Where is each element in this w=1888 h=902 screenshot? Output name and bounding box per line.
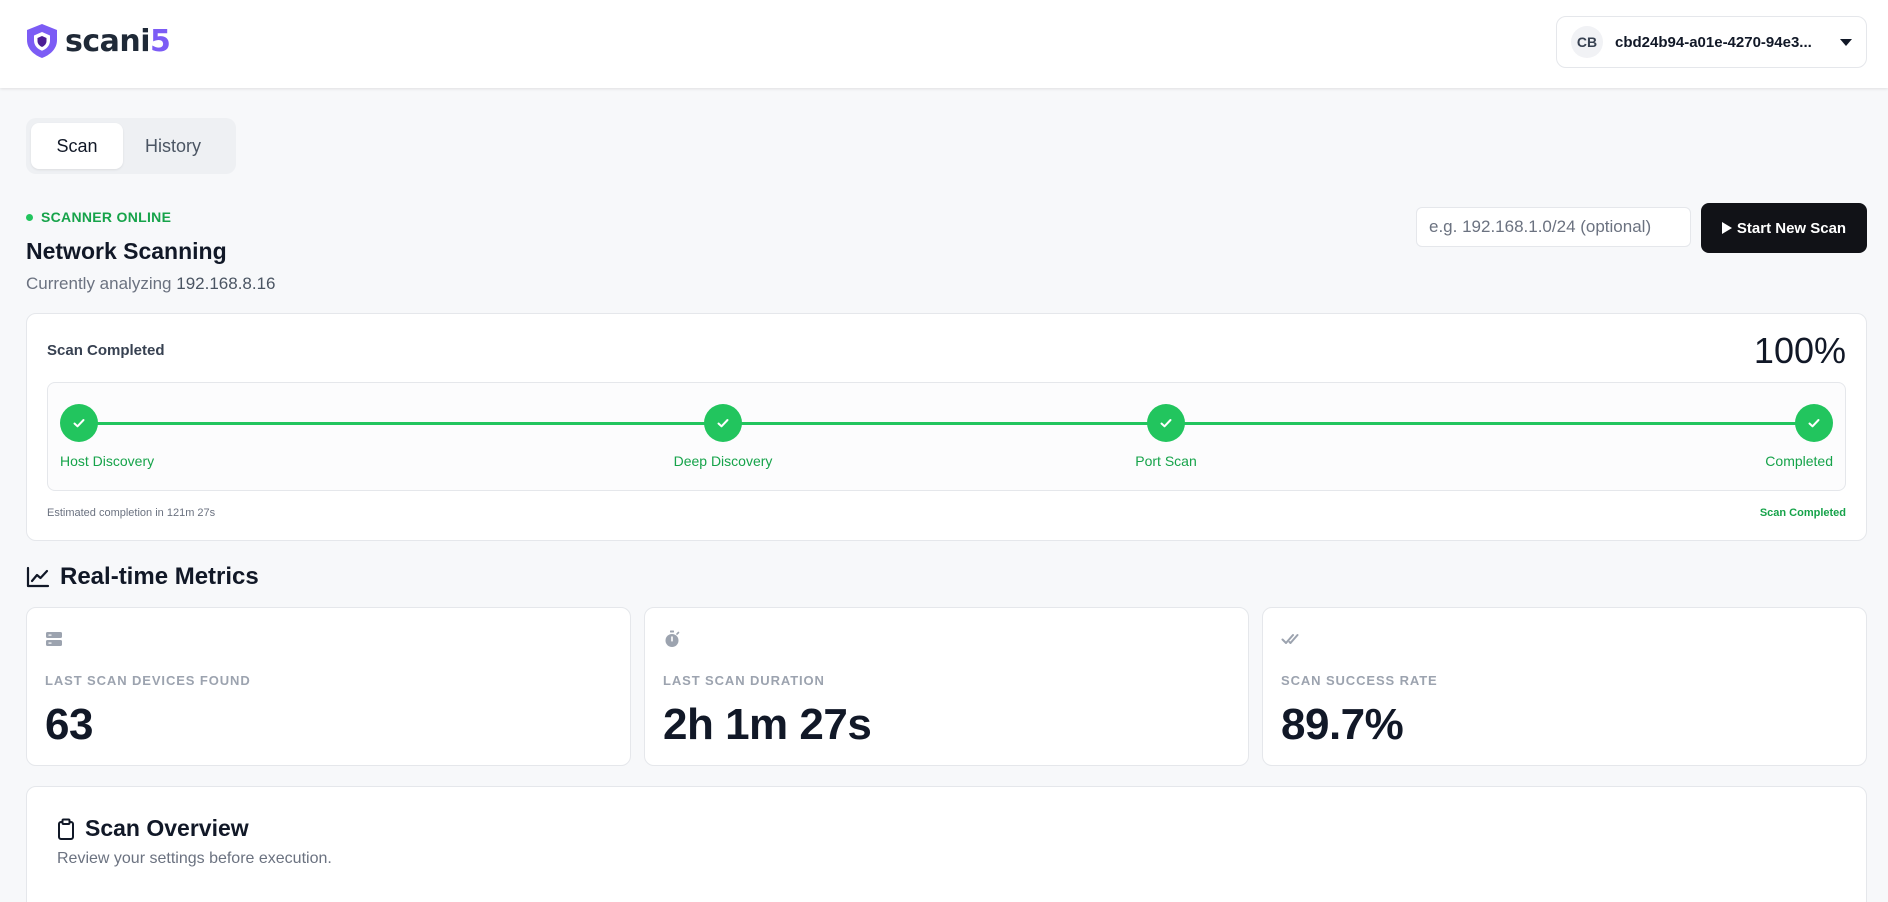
shield-logo-icon: [27, 24, 57, 58]
double-check-icon: [1281, 634, 1299, 644]
logo-wordmark: scani5: [65, 23, 171, 59]
metric-label: Last Scan Duration: [663, 673, 825, 688]
top-header: scani5 CB cbd24b94-a01e-4270-94e3...: [0, 0, 1888, 88]
tab-scan[interactable]: Scan: [31, 123, 123, 169]
metric-value: 2h 1m 27s: [663, 700, 872, 749]
target-range-input[interactable]: [1416, 207, 1691, 247]
progress-title: Scan Completed: [47, 342, 165, 359]
step-completed-check-icon: [1795, 404, 1833, 442]
account-selector[interactable]: CB cbd24b94-a01e-4270-94e3...: [1556, 16, 1867, 68]
metric-value: 89.7%: [1281, 700, 1404, 749]
step-label-completed: Completed: [1765, 453, 1833, 469]
step-label-port-scan: Port Scan: [1135, 453, 1197, 469]
metrics-heading: Real-time Metrics: [26, 563, 259, 591]
page-subtitle: Currently analyzing 192.168.8.16: [26, 274, 276, 294]
step-label-deep-discovery: Deep Discovery: [673, 453, 773, 469]
tab-history[interactable]: History: [123, 123, 223, 169]
status-dot-icon: [26, 213, 33, 221]
start-new-scan-button[interactable]: Start New Scan: [1701, 203, 1867, 253]
progress-percent: 100%: [1753, 330, 1846, 371]
metric-card-devices: Last Scan Devices Found 63: [26, 607, 631, 766]
overview-title: Scan Overview: [85, 815, 249, 841]
scanner-status: SCANNER ONLINE: [26, 209, 171, 225]
page-title: Network Scanning: [26, 238, 227, 264]
line-chart-icon: [26, 566, 50, 588]
subtitle-prefix: Currently analyzing: [26, 274, 172, 293]
metrics-title: Real-time Metrics: [60, 563, 259, 590]
overview-heading: Scan Overview: [57, 815, 249, 842]
metric-label: Last Scan Devices Found: [45, 673, 251, 688]
account-id: cbd24b94-a01e-4270-94e3...: [1615, 33, 1812, 51]
server-icon: [46, 632, 62, 646]
progress-steps: Host Discovery Deep Discovery Port Scan …: [47, 382, 1846, 491]
estimated-completion: Estimated completion in 121m 27s: [47, 507, 216, 519]
stopwatch-icon: [665, 630, 680, 647]
scanner-status-text: SCANNER ONLINE: [41, 209, 172, 225]
app-logo[interactable]: scani5: [25, 22, 171, 60]
metric-label: Scan Success Rate: [1281, 673, 1438, 688]
logo-text-main: scani: [65, 23, 151, 59]
step-host-discovery-check-icon: [60, 404, 98, 442]
scan-overview-card: Scan Overview Review your settings befor…: [26, 786, 1867, 902]
progress-line: [79, 422, 1814, 425]
step-deep-discovery-check-icon: [704, 404, 742, 442]
step-port-scan-check-icon: [1147, 404, 1185, 442]
avatar: CB: [1571, 26, 1603, 58]
play-icon: [1721, 222, 1732, 234]
start-new-scan-label: Start New Scan: [1736, 219, 1847, 237]
step-label-host-discovery: Host Discovery: [60, 453, 155, 469]
current-ip: 192.168.8.16: [176, 274, 276, 293]
metric-value: 63: [45, 700, 93, 749]
scan-progress-card: Scan Completed 100% Host Discovery Deep …: [26, 313, 1867, 541]
metric-card-duration: Last Scan Duration 2h 1m 27s: [644, 607, 1249, 766]
overview-subtitle: Review your settings before execution.: [57, 850, 332, 867]
metric-card-success-rate: Scan Success Rate 89.7%: [1262, 607, 1867, 766]
tab-bar: Scan History: [26, 118, 236, 174]
logo-text-accent: 5: [150, 23, 171, 59]
clipboard-icon: [58, 818, 74, 840]
chevron-down-icon[interactable]: [1840, 39, 1852, 46]
progress-status: Scan Completed: [1759, 507, 1846, 519]
